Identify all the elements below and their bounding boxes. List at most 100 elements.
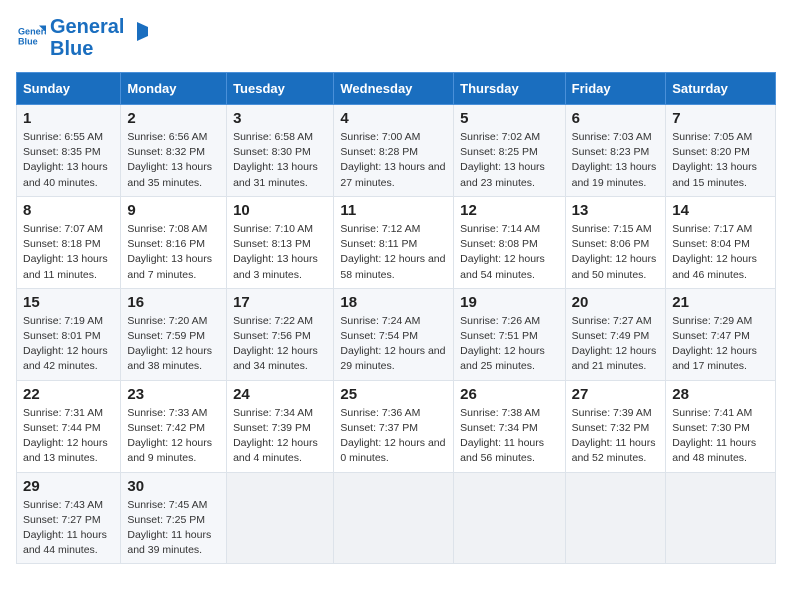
col-header-wednesday: Wednesday [334, 73, 454, 105]
calendar-cell: 3 Sunrise: 6:58 AMSunset: 8:30 PMDaylight… [227, 105, 334, 197]
day-number: 23 [127, 386, 220, 403]
cell-info: Sunrise: 7:36 AMSunset: 7:37 PMDaylight:… [340, 407, 445, 465]
day-number: 13 [572, 202, 660, 219]
cell-info: Sunrise: 7:45 AMSunset: 7:25 PMDaylight:… [127, 499, 211, 557]
day-number: 28 [672, 386, 769, 403]
svg-text:Blue: Blue [18, 36, 38, 46]
cell-info: Sunrise: 7:27 AMSunset: 7:49 PMDaylight:… [572, 315, 657, 373]
calendar-cell: 14Sunrise: 7:17 AMSunset: 8:04 PMDayligh… [666, 196, 776, 288]
week-row-4: 22 Sunrise: 7:31 AMSunset: 7:44 PMDayligh… [17, 380, 776, 472]
logo-general: General [50, 16, 124, 38]
calendar-cell: 9Sunrise: 7:08 AMSunset: 8:16 PMDaylight… [121, 196, 227, 288]
day-number: 3 [233, 110, 327, 127]
calendar-cell: 25 Sunrise: 7:36 AMSunset: 7:37 PMDayligh… [334, 380, 454, 472]
day-number: 12 [460, 202, 558, 219]
header-row: SundayMondayTuesdayWednesdayThursdayFrid… [17, 73, 776, 105]
calendar-cell [227, 472, 334, 564]
calendar-cell: 10 Sunrise: 7:10 AMSunset: 8:13 PMDayligh… [227, 196, 334, 288]
calendar-cell: 6Sunrise: 7:03 AMSunset: 8:23 PMDaylight… [565, 105, 666, 197]
cell-info: Sunrise: 7:02 AMSunset: 8:25 PMDaylight:… [460, 131, 545, 189]
calendar-cell [565, 472, 666, 564]
cell-info: Sunrise: 7:10 AMSunset: 8:13 PMDaylight:… [233, 223, 318, 281]
calendar-cell: 30Sunrise: 7:45 AMSunset: 7:25 PMDayligh… [121, 472, 227, 564]
cell-info: Sunrise: 7:17 AMSunset: 8:04 PMDaylight:… [672, 223, 757, 281]
calendar-cell: 1 Sunrise: 6:55 AMSunset: 8:35 PMDaylight… [17, 105, 121, 197]
cell-info: Sunrise: 7:22 AMSunset: 7:56 PMDaylight:… [233, 315, 318, 373]
cell-info: Sunrise: 7:07 AMSunset: 8:18 PMDaylight:… [23, 223, 108, 281]
col-header-thursday: Thursday [454, 73, 565, 105]
logo-flag-icon [126, 22, 148, 44]
day-number: 29 [23, 478, 114, 495]
cell-info: Sunrise: 7:24 AMSunset: 7:54 PMDaylight:… [340, 315, 445, 373]
day-number: 17 [233, 294, 327, 311]
day-number: 8 [23, 202, 114, 219]
cell-info: Sunrise: 7:12 AMSunset: 8:11 PMDaylight:… [340, 223, 445, 281]
calendar-cell: 12 Sunrise: 7:14 AMSunset: 8:08 PMDayligh… [454, 196, 565, 288]
day-number: 2 [127, 110, 220, 127]
calendar-cell: 5 Sunrise: 7:02 AMSunset: 8:25 PMDaylight… [454, 105, 565, 197]
cell-info: Sunrise: 7:39 AMSunset: 7:32 PMDaylight:… [572, 407, 656, 465]
day-number: 15 [23, 294, 114, 311]
calendar-cell: 18 Sunrise: 7:24 AMSunset: 7:54 PMDayligh… [334, 288, 454, 380]
calendar-cell: 29Sunrise: 7:43 AMSunset: 7:27 PMDayligh… [17, 472, 121, 564]
day-number: 7 [672, 110, 769, 127]
calendar-cell: 19 Sunrise: 7:26 AMSunset: 7:51 PMDayligh… [454, 288, 565, 380]
cell-info: Sunrise: 7:38 AMSunset: 7:34 PMDaylight:… [460, 407, 544, 465]
day-number: 18 [340, 294, 447, 311]
cell-info: Sunrise: 6:58 AMSunset: 8:30 PMDaylight:… [233, 131, 318, 189]
week-row-1: 1 Sunrise: 6:55 AMSunset: 8:35 PMDaylight… [17, 105, 776, 197]
calendar-cell: 4 Sunrise: 7:00 AMSunset: 8:28 PMDaylight… [334, 105, 454, 197]
logo-blue: Blue [50, 38, 124, 60]
day-number: 25 [340, 386, 447, 403]
col-header-friday: Friday [565, 73, 666, 105]
day-number: 20 [572, 294, 660, 311]
logo: General Blue General Blue [16, 16, 148, 60]
col-header-monday: Monday [121, 73, 227, 105]
cell-info: Sunrise: 6:55 AMSunset: 8:35 PMDaylight:… [23, 131, 108, 189]
cell-info: Sunrise: 7:03 AMSunset: 8:23 PMDaylight:… [572, 131, 657, 189]
day-number: 16 [127, 294, 220, 311]
day-number: 9 [127, 202, 220, 219]
day-number: 26 [460, 386, 558, 403]
calendar-cell: 16Sunrise: 7:20 AMSunset: 7:59 PMDayligh… [121, 288, 227, 380]
col-header-saturday: Saturday [666, 73, 776, 105]
calendar-cell: 26 Sunrise: 7:38 AMSunset: 7:34 PMDayligh… [454, 380, 565, 472]
day-number: 5 [460, 110, 558, 127]
day-number: 19 [460, 294, 558, 311]
week-row-5: 29Sunrise: 7:43 AMSunset: 7:27 PMDayligh… [17, 472, 776, 564]
cell-info: Sunrise: 7:31 AMSunset: 7:44 PMDaylight:… [23, 407, 108, 465]
calendar-cell: 21 Sunrise: 7:29 AMSunset: 7:47 PMDayligh… [666, 288, 776, 380]
calendar-cell: 13 Sunrise: 7:15 AMSunset: 8:06 PMDayligh… [565, 196, 666, 288]
calendar-cell: 11 Sunrise: 7:12 AMSunset: 8:11 PMDayligh… [334, 196, 454, 288]
cell-info: Sunrise: 7:34 AMSunset: 7:39 PMDaylight:… [233, 407, 318, 465]
cell-info: Sunrise: 7:26 AMSunset: 7:51 PMDaylight:… [460, 315, 545, 373]
calendar-cell [334, 472, 454, 564]
day-number: 24 [233, 386, 327, 403]
day-number: 10 [233, 202, 327, 219]
calendar-cell: 7 Sunrise: 7:05 AMSunset: 8:20 PMDaylight… [666, 105, 776, 197]
cell-info: Sunrise: 7:15 AMSunset: 8:06 PMDaylight:… [572, 223, 657, 281]
calendar-table: SundayMondayTuesdayWednesdayThursdayFrid… [16, 72, 776, 564]
calendar-cell: 20 Sunrise: 7:27 AMSunset: 7:49 PMDayligh… [565, 288, 666, 380]
cell-info: Sunrise: 7:05 AMSunset: 8:20 PMDaylight:… [672, 131, 757, 189]
calendar-cell: 23 Sunrise: 7:33 AMSunset: 7:42 PMDayligh… [121, 380, 227, 472]
week-row-3: 15Sunrise: 7:19 AMSunset: 8:01 PMDayligh… [17, 288, 776, 380]
page-header: General Blue General Blue [16, 16, 776, 60]
day-number: 21 [672, 294, 769, 311]
cell-info: Sunrise: 7:33 AMSunset: 7:42 PMDaylight:… [127, 407, 212, 465]
calendar-cell: 17 Sunrise: 7:22 AMSunset: 7:56 PMDayligh… [227, 288, 334, 380]
week-row-2: 8 Sunrise: 7:07 AMSunset: 8:18 PMDaylight… [17, 196, 776, 288]
col-header-tuesday: Tuesday [227, 73, 334, 105]
cell-info: Sunrise: 7:14 AMSunset: 8:08 PMDaylight:… [460, 223, 545, 281]
calendar-cell: 22 Sunrise: 7:31 AMSunset: 7:44 PMDayligh… [17, 380, 121, 472]
day-number: 1 [23, 110, 114, 127]
calendar-cell [454, 472, 565, 564]
day-number: 4 [340, 110, 447, 127]
calendar-cell [666, 472, 776, 564]
logo-icon: General Blue [18, 22, 46, 50]
day-number: 22 [23, 386, 114, 403]
day-number: 11 [340, 202, 447, 219]
cell-info: Sunrise: 7:00 AMSunset: 8:28 PMDaylight:… [340, 131, 445, 189]
cell-info: Sunrise: 7:29 AMSunset: 7:47 PMDaylight:… [672, 315, 757, 373]
calendar-cell: 28Sunrise: 7:41 AMSunset: 7:30 PMDayligh… [666, 380, 776, 472]
